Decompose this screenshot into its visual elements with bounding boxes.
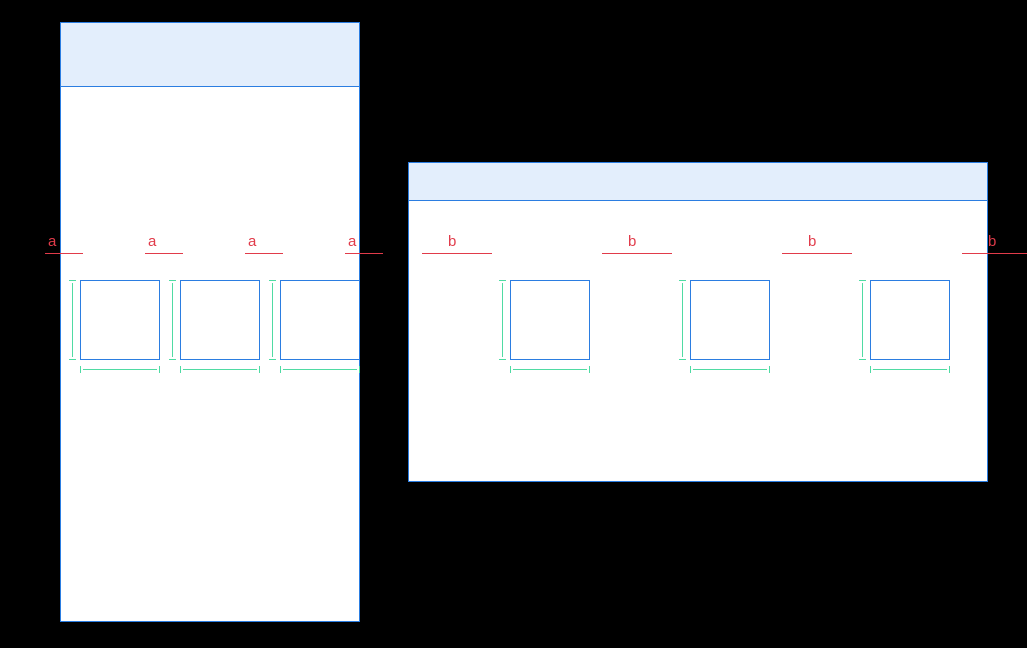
gap-label-b: b xyxy=(448,233,456,250)
gap-label-b: b xyxy=(628,233,636,250)
vertical-measure xyxy=(171,280,174,360)
gap-label-a: a xyxy=(148,233,156,250)
horizontal-measure xyxy=(280,368,360,371)
item-square xyxy=(510,280,590,360)
gap-label-b: b xyxy=(808,233,816,250)
item-square xyxy=(870,280,950,360)
left-panel-header xyxy=(61,23,359,87)
gap-underline-a xyxy=(245,253,283,254)
item-square xyxy=(280,280,360,360)
item-square xyxy=(180,280,260,360)
item-square xyxy=(80,280,160,360)
gap-underline-a xyxy=(145,253,183,254)
vertical-measure xyxy=(71,280,74,360)
gap-underline-a xyxy=(345,253,383,254)
gap-label-a: a xyxy=(348,233,356,250)
horizontal-measure xyxy=(510,368,590,371)
gap-underline-b xyxy=(962,253,1027,254)
gap-underline-a xyxy=(45,253,83,254)
horizontal-measure xyxy=(180,368,260,371)
gap-label-a: a xyxy=(48,233,56,250)
item-square xyxy=(690,280,770,360)
gap-label-b: b xyxy=(988,233,996,250)
horizontal-measure xyxy=(870,368,950,371)
vertical-measure xyxy=(501,280,504,360)
gap-underline-b xyxy=(602,253,672,254)
vertical-measure xyxy=(861,280,864,360)
gap-underline-b xyxy=(782,253,852,254)
gap-underline-b xyxy=(422,253,492,254)
vertical-measure xyxy=(271,280,274,360)
gap-label-a: a xyxy=(248,233,256,250)
horizontal-measure xyxy=(80,368,160,371)
right-panel-header xyxy=(409,163,987,201)
vertical-measure xyxy=(681,280,684,360)
horizontal-measure xyxy=(690,368,770,371)
